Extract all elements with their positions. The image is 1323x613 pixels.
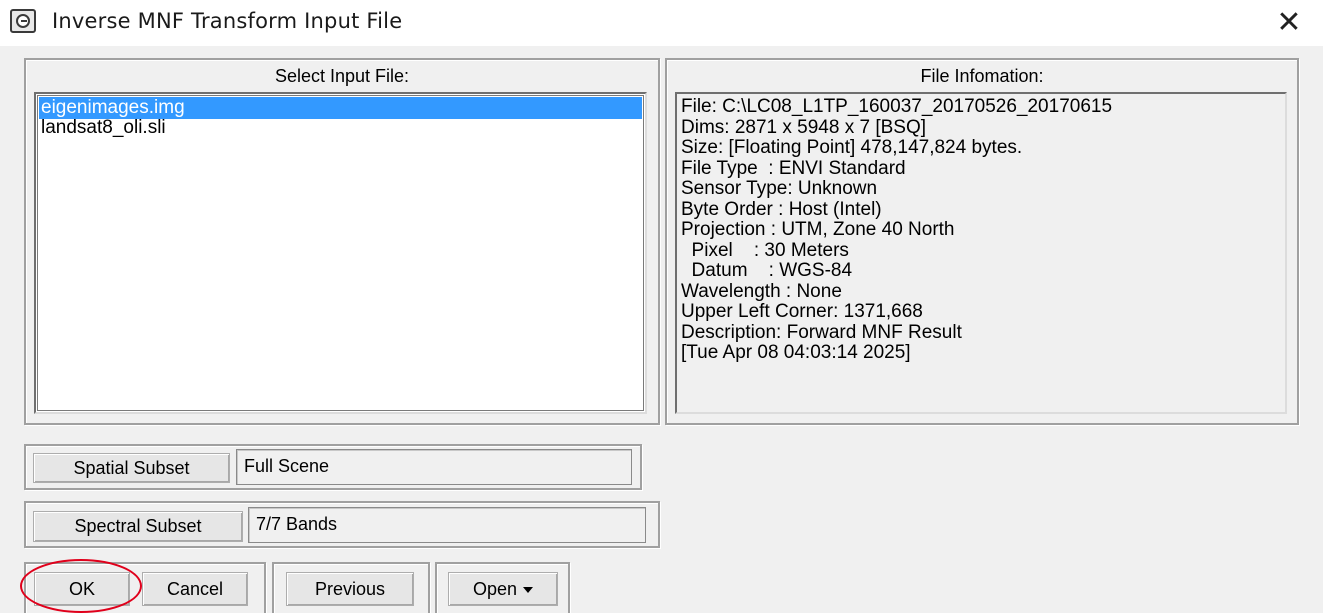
title-bar[interactable]: Inverse MNF Transform Input File ✕: [0, 0, 1323, 46]
open-group: Open: [435, 562, 570, 613]
file-information-title: File Infomation:: [920, 66, 1044, 86]
file-info-line: Size: [Floating Point] 478,147,824 bytes…: [681, 137, 1023, 158]
open-button[interactable]: Open: [448, 572, 558, 606]
file-info-line: [Tue Apr 08 04:03:14 2025]: [681, 342, 911, 363]
spatial-subset-button[interactable]: Spatial Subset: [33, 453, 230, 483]
spectral-subset-group: Spectral Subset 7/7 Bands: [24, 501, 660, 548]
file-info-line: File Type : ENVI Standard: [681, 157, 906, 179]
previous-group: Previous: [272, 562, 430, 613]
select-input-file-group: Select Input File: eigenimages.img landsa…: [24, 58, 660, 425]
file-info-line: Sensor Type: Unknown: [681, 178, 878, 199]
spectral-subset-button[interactable]: Spectral Subset: [33, 511, 243, 542]
ok-button[interactable]: OK: [34, 572, 130, 606]
file-info-line: File: C:\LC08_L1TP_160037_20170526_20170…: [681, 96, 1113, 117]
file-info-line: Projection : UTM, Zone 40 North: [681, 219, 955, 240]
cancel-button[interactable]: Cancel: [142, 572, 248, 606]
spectral-subset-field: 7/7 Bands: [248, 507, 646, 543]
file-list-item[interactable]: landsat8_oli.sli: [39, 117, 166, 139]
app-window-icon: [10, 9, 36, 33]
file-info-line: Pixel : 30 Meters: [681, 239, 849, 261]
file-information-panel: File: C:\LC08_L1TP_160037_20170526_20170…: [675, 92, 1287, 414]
window-title: Inverse MNF Transform Input File: [52, 9, 403, 33]
file-info-line: Upper Left Corner: 1371,668: [681, 301, 923, 322]
ok-cancel-group: OK Cancel: [24, 562, 266, 613]
file-info-line: Datum : WGS-84: [681, 260, 853, 281]
open-button-label: Open: [472, 579, 518, 599]
file-info-line: Description: Forward MNF Result: [681, 321, 962, 343]
dropdown-arrow-icon: [523, 587, 534, 594]
spatial-subset-field: Full Scene: [236, 449, 632, 485]
file-information-group: File Infomation: File: C:\LC08_L1TP_1600…: [665, 58, 1299, 425]
close-button[interactable]: ✕: [1266, 4, 1312, 42]
dialog-window: Inverse MNF Transform Input File ✕ Selec…: [0, 0, 1323, 613]
file-info-line: Wavelength : None: [681, 280, 842, 302]
file-list-item[interactable]: eigenimages.img: [39, 97, 642, 119]
file-info-line: Dims: 2871 x 5948 x 7 [BSQ]: [681, 116, 927, 138]
previous-button[interactable]: Previous: [286, 572, 414, 606]
select-input-file-title: Select Input File:: [274, 66, 410, 86]
spatial-subset-group: Spatial Subset Full Scene: [24, 444, 642, 490]
input-file-listbox[interactable]: eigenimages.img landsat8_oli.sli: [34, 92, 647, 414]
file-info-line: Byte Order : Host (Intel): [681, 198, 882, 220]
